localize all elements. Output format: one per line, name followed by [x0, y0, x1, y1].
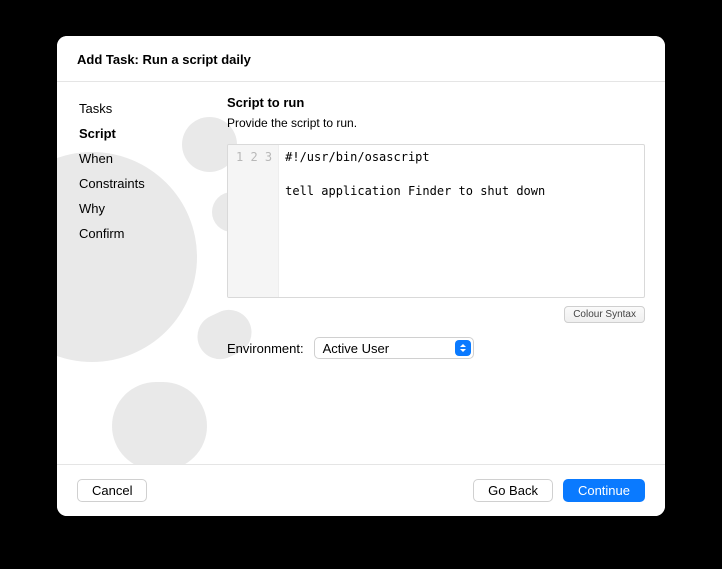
environment-label: Environment:: [227, 341, 304, 356]
environment-select[interactable]: Active User: [314, 337, 474, 359]
script-editor[interactable]: 1 2 3 #!/usr/bin/osascript tell applicat…: [227, 144, 645, 298]
sidebar-item-why[interactable]: Why: [79, 196, 227, 221]
sidebar-item-confirm[interactable]: Confirm: [79, 221, 227, 246]
environment-value: Active User: [323, 341, 389, 356]
go-back-button[interactable]: Go Back: [473, 479, 553, 502]
editor-gutter: 1 2 3: [228, 145, 279, 297]
main-panel: Script to run Provide the script to run.…: [227, 82, 665, 464]
dialog-body: Tasks Script When Constraints Why Confir…: [57, 82, 665, 464]
dialog-title: Add Task: Run a script daily: [77, 52, 645, 67]
section-description: Provide the script to run.: [227, 116, 645, 130]
dialog-footer: Cancel Go Back Continue: [57, 464, 665, 516]
sidebar-item-script[interactable]: Script: [79, 121, 227, 146]
select-caret-icon: [455, 340, 471, 356]
cancel-button[interactable]: Cancel: [77, 479, 147, 502]
color-syntax-button[interactable]: Colour Syntax: [564, 306, 645, 323]
editor-code[interactable]: #!/usr/bin/osascript tell application Fi…: [279, 145, 644, 297]
sidebar-item-tasks[interactable]: Tasks: [79, 96, 227, 121]
continue-button[interactable]: Continue: [563, 479, 645, 502]
sidebar-item-constraints[interactable]: Constraints: [79, 171, 227, 196]
dialog-header: Add Task: Run a script daily: [57, 36, 665, 82]
dialog-window: Add Task: Run a script daily Tasks Scrip…: [57, 36, 665, 516]
wizard-sidebar: Tasks Script When Constraints Why Confir…: [57, 82, 227, 464]
environment-row: Environment: Active User: [227, 337, 645, 359]
color-syntax-row: Colour Syntax: [227, 306, 645, 323]
sidebar-item-when[interactable]: When: [79, 146, 227, 171]
section-title: Script to run: [227, 95, 645, 110]
